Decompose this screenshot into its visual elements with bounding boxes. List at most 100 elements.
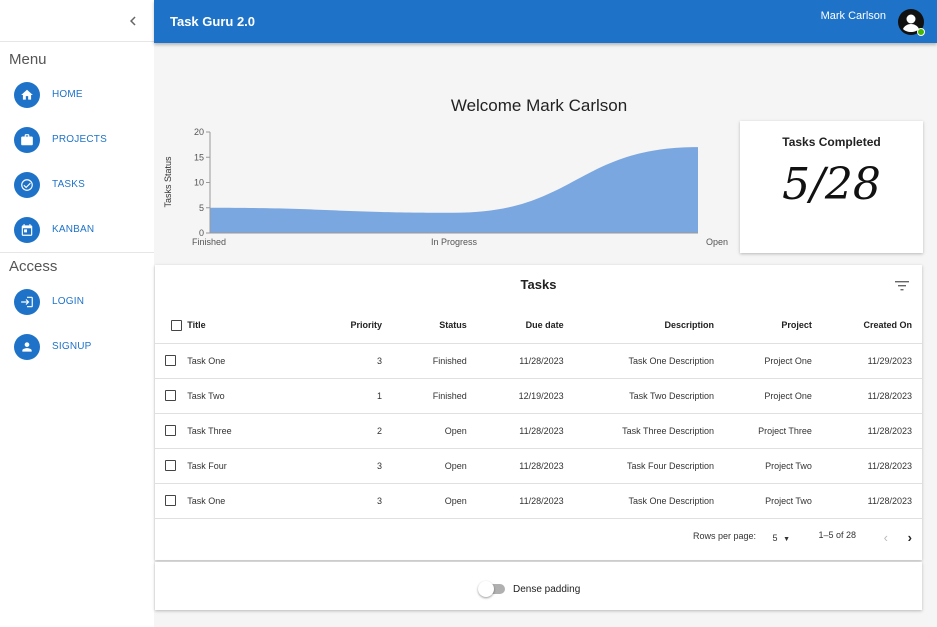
table-row[interactable]: Task One 3 Open 11/28/2023 Task One Desc… (155, 483, 922, 519)
select-all-checkbox[interactable] (170, 319, 182, 331)
sidebar-item-label: SIGNUP (52, 341, 92, 352)
sidebar-item-tasks[interactable]: TASKS (0, 162, 154, 207)
column-header-priority[interactable]: Priority (288, 308, 383, 344)
chevron-right-icon[interactable]: › (908, 530, 912, 545)
table-row[interactable]: Task Two 1 Finished 12/19/2023 Task Two … (155, 378, 922, 414)
cell-created-on: 11/28/2023 (811, 483, 922, 519)
cell-due-date: 11/28/2023 (466, 413, 564, 449)
tasks-completed-title: Tasks Completed (782, 135, 881, 149)
chart-y-axis-label: Tasks Status (163, 156, 173, 208)
x-tick-label: Open (706, 237, 728, 247)
cell-priority: 3 (288, 448, 383, 484)
sidebar-item-signup[interactable]: SIGNUP (0, 324, 154, 369)
x-tick-label: In Progress (431, 237, 478, 247)
column-header-description[interactable]: Description (563, 308, 715, 344)
cell-created-on: 11/28/2023 (811, 448, 922, 484)
sidebar-item-label: PROJECTS (52, 134, 107, 145)
sidebar-header (0, 0, 154, 42)
row-checkbox[interactable] (165, 390, 176, 402)
sidebar-item-label: KANBAN (52, 224, 95, 235)
column-header-due-date[interactable]: Due date (466, 308, 564, 344)
chart-area-series (210, 147, 698, 233)
rows-per-page-select[interactable]: 5 ▼ (773, 533, 790, 543)
briefcase-icon (14, 126, 40, 153)
welcome-heading: Welcome Mark Carlson (450, 96, 628, 115)
tasks-completed-value: 5/28 (782, 159, 881, 210)
rows-per-page-label: Rows per page: (692, 531, 756, 541)
avatar[interactable] (898, 9, 925, 36)
row-checkbox[interactable] (165, 425, 176, 437)
check-circle-icon (14, 171, 40, 198)
cell-title: Task Two (187, 378, 289, 414)
cell-status: Finished (382, 343, 467, 379)
table-row[interactable]: Task One 3 Finished 11/28/2023 Task One … (155, 343, 922, 379)
app-title: Task Guru 2.0 (170, 14, 256, 29)
y-tick-label: 5 (199, 203, 204, 213)
table-pagination: Rows per page: 5 ▼ 1–5 of 28 ‹ › (155, 525, 922, 555)
rows-per-page-value: 5 (772, 533, 778, 543)
cell-created-on: 11/28/2023 (811, 378, 922, 414)
user-name: Mark Carlson (820, 10, 886, 22)
home-icon (14, 81, 40, 108)
sidebar-item-login[interactable]: LOGIN (0, 279, 154, 324)
row-checkbox[interactable] (165, 495, 176, 507)
switch-knob (478, 581, 494, 597)
table-row[interactable]: Task Three 2 Open 11/28/2023 Task Three … (155, 413, 922, 449)
cell-created-on: 11/28/2023 (811, 413, 922, 449)
person-icon (14, 333, 40, 360)
filter-list-icon[interactable] (894, 279, 910, 293)
cell-status: Finished (382, 378, 467, 414)
sidebar-item-label: TASKS (52, 179, 86, 190)
cell-description: Task One Description (563, 343, 715, 379)
cell-priority: 1 (288, 378, 383, 414)
cell-project: Project Two (714, 483, 812, 519)
tasks-table-card: Tasks Title Priority Status Due date Des… (155, 265, 922, 560)
column-header-status[interactable]: Status (382, 308, 467, 344)
sidebar-item-home[interactable]: HOME (0, 72, 154, 117)
chevron-left-icon[interactable]: ‹ (884, 530, 888, 545)
cell-due-date: 12/19/2023 (466, 378, 564, 414)
cell-description: Task Four Description (563, 448, 715, 484)
table-row[interactable]: Task Four 3 Open 11/28/2023 Task Four De… (155, 448, 922, 484)
column-header-title[interactable]: Title (187, 308, 289, 344)
table-title: Tasks (520, 277, 557, 292)
cell-created-on: 11/29/2023 (811, 343, 922, 379)
cell-description: Task Three Description (563, 413, 715, 449)
cell-title: Task One (187, 343, 289, 379)
column-header-created-on[interactable]: Created On (811, 308, 922, 344)
menu-section-title: Menu (9, 51, 47, 68)
tasks-table: Title Priority Status Due date Descripti… (155, 308, 922, 519)
cell-project: Project One (714, 378, 812, 414)
row-checkbox[interactable] (165, 460, 176, 472)
cell-status: Open (382, 448, 467, 484)
cell-due-date: 11/28/2023 (466, 343, 564, 379)
column-header-project[interactable]: Project (714, 308, 812, 344)
caret-down-icon: ▼ (783, 536, 790, 543)
cell-project: Project Two (714, 448, 812, 484)
tasks-completed-card: Tasks Completed 5/28 (740, 121, 923, 253)
calendar-icon (14, 216, 40, 243)
chevron-left-icon[interactable] (124, 12, 142, 30)
y-tick-label: 10 (194, 178, 204, 188)
cell-description: Task One Description (563, 483, 715, 519)
cell-priority: 3 (288, 483, 383, 519)
cell-title: Task One (187, 483, 289, 519)
y-tick-label: 20 (194, 127, 204, 137)
app-bar: Task Guru 2.0 Mark Carlson (154, 0, 937, 43)
dense-padding-switch[interactable] (478, 581, 505, 597)
table-header-row: Title Priority Status Due date Descripti… (155, 308, 922, 344)
dense-padding-label: Dense padding (513, 584, 581, 595)
pagination-range: 1–5 of 28 (818, 530, 856, 540)
login-icon (14, 288, 40, 315)
row-checkbox[interactable] (165, 355, 176, 367)
access-section-title: Access (9, 258, 58, 275)
tasks-status-chart: Tasks Status 05101520 Finished In Progres… (163, 127, 728, 247)
cell-priority: 3 (288, 343, 383, 379)
sidebar-item-projects[interactable]: PROJECTS (0, 117, 154, 162)
cell-priority: 2 (288, 413, 383, 449)
cell-description: Task Two Description (563, 378, 715, 414)
sidebar-item-kanban[interactable]: KANBAN (0, 207, 154, 252)
sidebar-item-label: LOGIN (52, 296, 85, 307)
cell-title: Task Four (187, 448, 289, 484)
cell-status: Open (382, 483, 467, 519)
